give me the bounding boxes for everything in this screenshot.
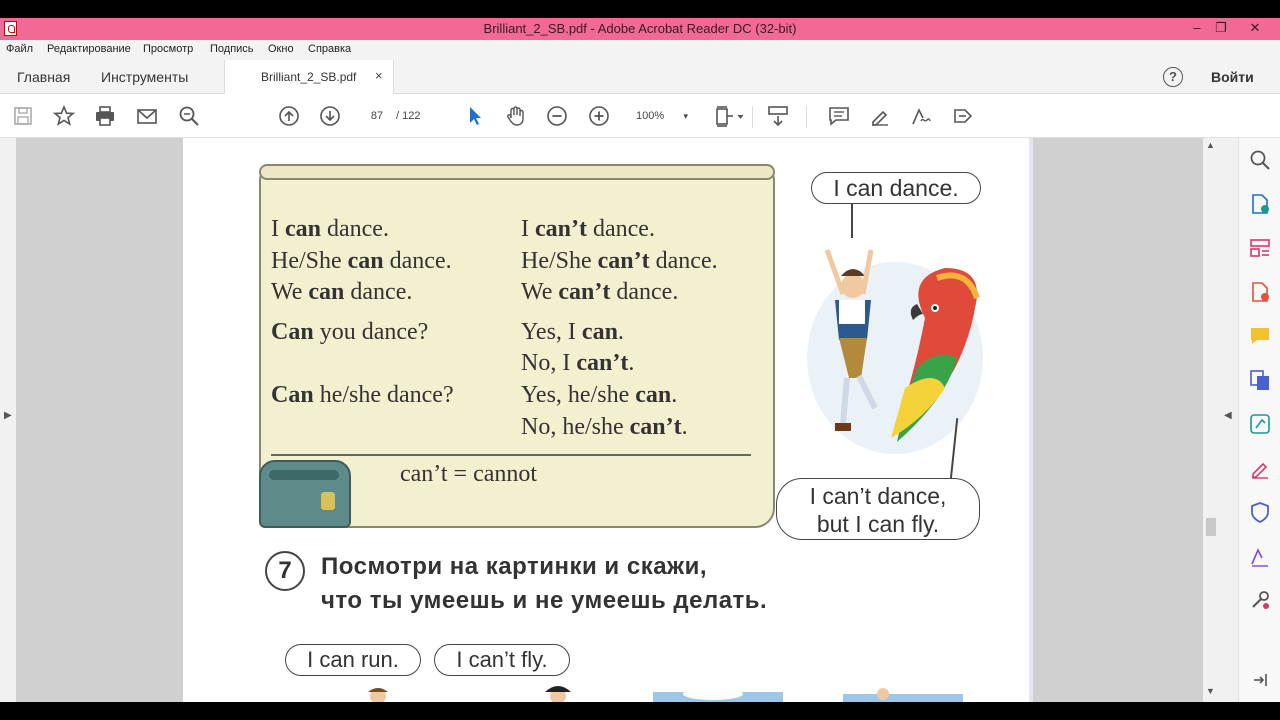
speech-bubble-run: I can run. — [285, 644, 421, 676]
menu-window[interactable]: Окно — [268, 43, 294, 55]
page-fit-icon[interactable] — [714, 104, 746, 128]
send-for-signature-icon[interactable] — [1248, 544, 1272, 568]
scroll-down-icon[interactable]: ▼ — [1206, 686, 1215, 696]
zoom-out-icon[interactable] — [545, 104, 569, 128]
tab-home[interactable]: Главная — [17, 69, 70, 85]
scrollbar-thumb[interactable] — [1206, 518, 1216, 536]
vertical-scrollbar[interactable]: ▲ ▼ — [1203, 138, 1219, 702]
collapse-pane-icon[interactable] — [1248, 668, 1272, 692]
tab-document[interactable]: Brilliant_2_SB.pdf × — [224, 60, 394, 95]
treasure-chest-image — [259, 460, 351, 528]
scroll-up-icon[interactable]: ▲ — [1206, 140, 1215, 150]
export-pdf-icon[interactable] — [1248, 192, 1272, 216]
grammar-line: I can’t dance. — [521, 216, 655, 242]
help-icon[interactable]: ? — [1163, 67, 1183, 87]
collapse-right-icon: ◀ — [1224, 410, 1232, 421]
sky-scene-image — [653, 688, 783, 702]
find-zoom-icon[interactable] — [177, 104, 201, 128]
girl-image — [545, 686, 571, 702]
toolbar: 87 / 122 100% ▾ — [0, 94, 1280, 138]
document-viewer[interactable]: ▶ I can dance. He/She can dance. We can … — [0, 138, 1238, 702]
menu-bar: Файл Редактирование Просмотр Подпись Окн… — [0, 40, 1280, 60]
sign-icon[interactable] — [909, 104, 933, 128]
title-bar: Brilliant_2_SB.pdf - Adobe Acrobat Reade… — [0, 18, 1280, 40]
fill-sign-icon[interactable] — [1248, 456, 1272, 480]
more-tools-icon[interactable] — [1248, 588, 1272, 612]
comment-tool-icon[interactable] — [1248, 324, 1272, 348]
bubble-tail — [851, 204, 853, 238]
pdf-page: I can dance. He/She can dance. We can da… — [183, 138, 1033, 702]
menu-help[interactable]: Справка — [308, 43, 351, 55]
left-panel-toggle[interactable]: ▶ — [0, 138, 16, 702]
combine-files-icon[interactable] — [1248, 368, 1272, 392]
grammar-line: He/She can dance. — [271, 248, 452, 274]
restore-button[interactable]: ❐ — [1206, 20, 1236, 38]
close-window-button[interactable]: ✕ — [1240, 20, 1270, 38]
grammar-line: We can dance. — [271, 279, 413, 305]
comment-icon[interactable] — [827, 104, 851, 128]
right-panel-toggle[interactable]: ◀ — [1219, 138, 1238, 702]
highlight-pen-icon[interactable] — [868, 104, 892, 128]
exercise-instruction-line2: что ты умеешь и не умеешь делать. — [321, 587, 768, 614]
grammar-line: Yes, I can. — [521, 319, 624, 345]
grammar-line: Can he/she dance? — [271, 382, 454, 408]
swimming-scene-image — [843, 688, 963, 702]
zoom-select[interactable]: 100% ▾ — [626, 106, 692, 126]
pirate-parrot-illustration — [807, 249, 983, 454]
scroll-roll — [259, 164, 775, 180]
edit-pdf-icon[interactable] — [1248, 412, 1272, 436]
grammar-line: No, I can’t. — [521, 350, 635, 376]
divider-line — [271, 454, 751, 456]
speech-bubble-cant-fly: I can’t fly. — [434, 644, 570, 676]
tab-tools[interactable]: Инструменты — [101, 69, 188, 85]
window-title: Brilliant_2_SB.pdf - Adobe Acrobat Reade… — [483, 21, 797, 36]
create-pdf-icon[interactable] — [1248, 280, 1272, 304]
email-icon[interactable] — [135, 104, 159, 128]
select-tool-icon[interactable] — [463, 104, 487, 128]
exercise-instruction-line1: Посмотри на картинки и скажи, — [321, 553, 707, 580]
bubble-fly-line2: but I can fly. — [816, 511, 940, 537]
protect-shield-icon[interactable] — [1248, 500, 1272, 524]
speech-bubble-dance: I can dance. — [811, 172, 981, 204]
contraction-note: can’t = cannot — [400, 461, 538, 487]
hand-tool-icon[interactable] — [504, 104, 528, 128]
next-page-icon[interactable] — [318, 104, 342, 128]
save-icon[interactable] — [11, 104, 35, 128]
grammar-line: He/She can’t dance. — [521, 248, 718, 274]
tabs-row: Главная Инструменты Brilliant_2_SB.pdf ×… — [0, 60, 1280, 95]
menu-view[interactable]: Просмотр — [143, 43, 193, 55]
expand-left-icon: ▶ — [4, 410, 12, 421]
bubble-fly-line1: I can’t dance, — [809, 483, 947, 509]
menu-edit[interactable]: Редактирование — [47, 43, 131, 55]
tools-pane — [1238, 138, 1280, 702]
toolbar-divider — [752, 106, 753, 128]
share-icon[interactable] — [951, 104, 975, 128]
speech-bubble-fly: I can’t dance, but I can fly. — [776, 478, 980, 540]
grammar-line: We can’t dance. — [521, 279, 679, 305]
acrobat-window: Brilliant_2_SB.pdf - Adobe Acrobat Reade… — [0, 18, 1280, 702]
menu-sign[interactable]: Подпись — [210, 43, 254, 55]
tab-document-label: Brilliant_2_SB.pdf — [261, 70, 357, 84]
close-tab-icon[interactable]: × — [375, 68, 383, 83]
exercise-number: 7 — [265, 551, 305, 591]
grammar-line: No, he/she can’t. — [521, 414, 688, 440]
zoom-value: 100% — [636, 110, 665, 122]
page-number-input[interactable]: 87 — [360, 106, 394, 126]
print-icon[interactable] — [93, 104, 117, 128]
menu-file[interactable]: Файл — [6, 43, 33, 55]
chevron-down-icon: ▾ — [683, 111, 688, 121]
grammar-line: Yes, he/she can. — [521, 382, 678, 408]
scroll-mode-icon[interactable] — [766, 104, 790, 128]
organize-pages-icon[interactable] — [1248, 236, 1272, 260]
search-icon[interactable] — [1248, 148, 1272, 172]
signin-button[interactable]: Войти — [1211, 69, 1254, 85]
prev-page-icon[interactable] — [277, 104, 301, 128]
zoom-in-icon[interactable] — [587, 104, 611, 128]
page-total: / 122 — [396, 110, 421, 122]
grammar-line: Can you dance? — [271, 319, 429, 345]
star-icon[interactable] — [52, 104, 76, 128]
toolbar-divider — [806, 106, 807, 128]
grammar-line: I can dance. — [271, 216, 389, 242]
running-child-image — [368, 688, 388, 702]
